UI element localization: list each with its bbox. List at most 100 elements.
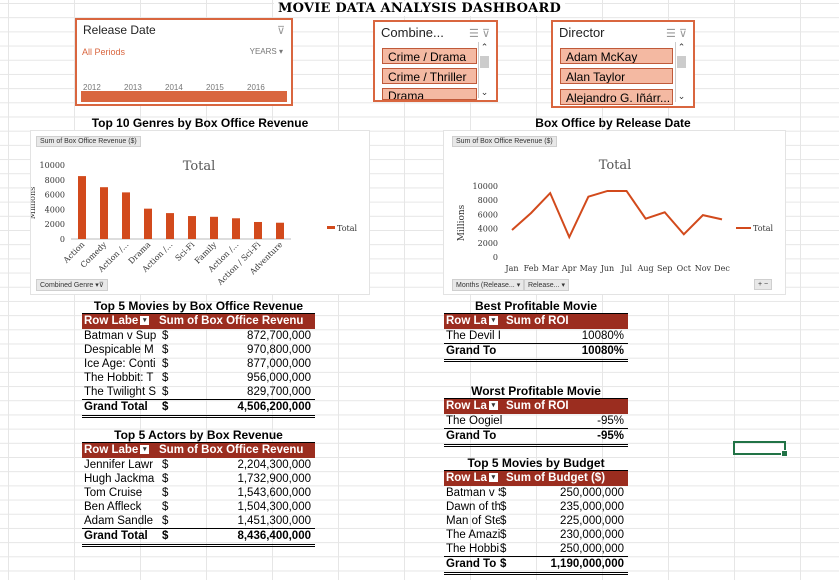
total-value: -95% xyxy=(597,430,624,442)
currency: $ xyxy=(162,372,169,384)
bar xyxy=(276,222,284,239)
multiselect-icon[interactable]: ☰ ⊽ xyxy=(469,27,490,40)
x-tick-label: May xyxy=(580,264,598,273)
slicer-item[interactable]: Alan Taylor xyxy=(560,68,673,84)
row-value: 250,000,000 xyxy=(560,487,624,499)
scroll-down-icon[interactable]: ⌄ xyxy=(676,91,687,102)
scroll-down-icon[interactable]: ⌄ xyxy=(479,87,490,98)
total-label: Grand To xyxy=(446,558,497,570)
slicer-item[interactable]: Crime / Drama xyxy=(382,48,477,64)
row-label: Adam Sandle xyxy=(84,515,154,527)
y-tick-label: 6000 xyxy=(478,210,498,219)
x-tick-label: Jul xyxy=(620,264,632,273)
row-labels-header[interactable]: Row La ▾ xyxy=(444,471,506,486)
x-tick-label: Dec xyxy=(714,264,730,273)
fill-handle[interactable] xyxy=(781,450,788,457)
filter-icon[interactable]: ▾ xyxy=(488,473,498,483)
x-tick-label: Apr xyxy=(561,264,577,273)
filter-icon[interactable]: ▾ xyxy=(488,401,498,411)
row-value: -95% xyxy=(597,415,624,427)
total-value: 4,506,200,000 xyxy=(237,401,311,413)
release-line-chart[interactable]: Sum of Box Office Revenue ($) Months (Re… xyxy=(443,130,786,295)
row-label: Man of Ste xyxy=(446,515,500,527)
y-axis-label: Millions xyxy=(457,204,467,241)
time-level-dropdown[interactable]: YEARS ▾ xyxy=(250,47,283,56)
row-value: 829,700,000 xyxy=(247,386,311,398)
table-title: Worst Profitable Movie xyxy=(471,384,601,398)
genre-bar-chart[interactable]: Sum of Box Office Revenue ($) Combined G… xyxy=(30,130,370,295)
filter-icon[interactable]: ▾ xyxy=(140,316,150,326)
combined-genre-slicer[interactable]: Combine... ☰ ⊽ Crime / Drama Crime / Thr… xyxy=(373,20,498,102)
y-tick-label: 4000 xyxy=(45,205,65,214)
top5-movies-revenue-table: Top 5 Movies by Box Office Revenue Row L… xyxy=(82,299,315,418)
row-value: 956,000,000 xyxy=(247,372,311,384)
slicer-item[interactable]: Drama xyxy=(382,88,477,100)
row-label: The Devil I xyxy=(446,330,501,342)
row-labels-header[interactable]: Row La ▾ xyxy=(444,399,506,414)
slicer-title: Release Date xyxy=(83,23,156,37)
y-tick-label: 8000 xyxy=(45,176,65,185)
currency: $ xyxy=(162,386,169,398)
row-label: The Hobbi xyxy=(446,543,500,555)
currency: $ xyxy=(500,543,507,555)
row-label: Batman v S xyxy=(446,487,500,499)
table-row: The Hobbi $250,000,000 xyxy=(444,542,628,556)
table-title: Top 5 Movies by Budget xyxy=(467,456,605,470)
y-tick-label: 4000 xyxy=(478,225,498,234)
grand-total-row: Grand To $ 1,190,000,000 xyxy=(444,556,628,575)
scroll-up-icon[interactable]: ⌃ xyxy=(676,42,687,53)
row-labels-header[interactable]: Row La ▾ xyxy=(444,314,506,329)
director-slicer[interactable]: Director ☰ ⊽ Adam McKay Alan Taylor Alej… xyxy=(551,20,695,108)
total-label: Grand To xyxy=(446,345,497,357)
clear-filter-icon[interactable]: ⊽ xyxy=(277,24,285,37)
slicer-item[interactable]: Alejandro G. Iñárr... xyxy=(560,89,673,105)
filter-icon[interactable]: ▾ xyxy=(488,316,498,326)
currency: $ xyxy=(162,515,169,527)
timeline-bar[interactable] xyxy=(81,91,287,102)
x-tick-label: Sep xyxy=(657,264,672,273)
scroll-up-icon[interactable]: ⌃ xyxy=(479,42,490,53)
slicer-item[interactable]: Adam McKay xyxy=(560,48,673,64)
filter-icon[interactable]: ▾ xyxy=(140,445,150,455)
row-value: 1,543,600,000 xyxy=(237,487,311,499)
bar xyxy=(232,218,240,239)
total-value: 1,190,000,000 xyxy=(550,558,624,570)
row-value: 2,204,300,000 xyxy=(237,459,311,471)
best-profitable-table: Best Profitable Movie Row La ▾ Sum of ROI… xyxy=(444,299,628,362)
row-labels-header[interactable]: Row Labe ▾ xyxy=(82,443,159,458)
legend-swatch xyxy=(327,226,335,229)
row-label: The Hobbit: T xyxy=(84,372,154,384)
slicer-scrollbar[interactable]: ⌃ ⌄ xyxy=(675,42,687,102)
row-labels-header[interactable]: Row Labe ▾ xyxy=(82,314,159,329)
release-date-slicer[interactable]: Release Date ⊽ All Periods YEARS ▾ 2012 2… xyxy=(75,18,293,106)
value-header: Sum of ROI xyxy=(506,400,569,412)
row-label: The Amazi xyxy=(446,529,500,541)
row-label: The Oogiel xyxy=(446,415,503,427)
slicer-item[interactable]: Crime / Thriller xyxy=(382,68,477,84)
value-header: Sum of Budget ($) xyxy=(506,472,606,484)
bar xyxy=(210,216,218,239)
table-row: The Devil I 10080% xyxy=(444,329,628,343)
table-row: Ben Affleck $1,504,300,000 xyxy=(82,500,315,514)
grand-total-row: Grand To 10080% xyxy=(444,343,628,362)
bar xyxy=(188,216,196,239)
y-tick-label: 10000 xyxy=(40,161,65,170)
table-row: Jennifer Lawr $2,204,300,000 xyxy=(82,458,315,472)
row-label: Despicable M xyxy=(84,344,154,356)
top5-actors-table: Top 5 Actors by Box Revenue Row Labe ▾ Su… xyxy=(82,428,315,547)
total-value: 8,436,400,000 xyxy=(237,530,311,542)
row-value: 872,700,000 xyxy=(247,330,311,342)
row-value: 970,800,000 xyxy=(247,344,311,356)
table-header: Row La ▾ Sum of ROI xyxy=(444,398,628,414)
y-tick-label: 6000 xyxy=(45,191,65,200)
table-header: Row Labe ▾ Sum of Box Office Revenu xyxy=(82,442,315,458)
table-title: Best Profitable Movie xyxy=(474,299,598,313)
slicer-scrollbar[interactable]: ⌃ ⌄ xyxy=(478,42,490,98)
row-value: 235,000,000 xyxy=(560,501,624,513)
total-label: Grand Total xyxy=(84,401,148,413)
selected-cell[interactable] xyxy=(733,441,788,457)
x-tick-label: Nov xyxy=(695,264,712,273)
multiselect-icon[interactable]: ☰ ⊽ xyxy=(666,27,687,40)
row-value: 1,732,900,000 xyxy=(237,473,311,485)
line-chart-svg: Total Millions 0 2000 4000 6000 8000 10000 Jan Fe… xyxy=(457,158,774,273)
